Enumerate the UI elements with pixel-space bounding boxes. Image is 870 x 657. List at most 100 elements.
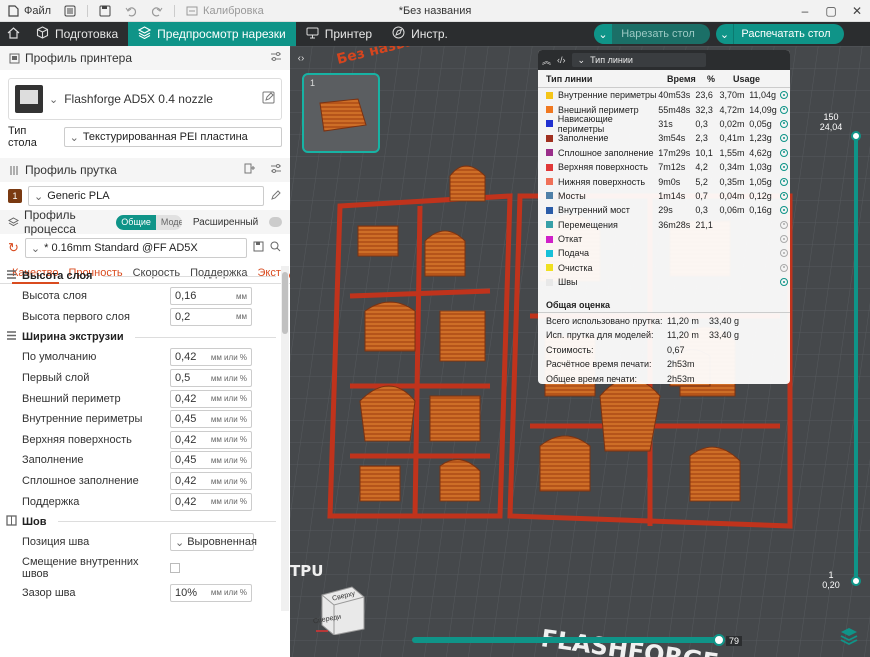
- setting-input[interactable]: 10% мм или %: [170, 583, 252, 602]
- setting-layer-height: Высота слоя 0,16 мм: [0, 286, 280, 307]
- divider: [103, 275, 276, 277]
- layer-slider[interactable]: [851, 131, 861, 586]
- minimize-button[interactable]: –: [792, 0, 818, 22]
- setting-input[interactable]: 0,45 мм или %: [170, 451, 252, 470]
- visibility-toggle[interactable]: [779, 263, 790, 272]
- visibility-toggle[interactable]: [779, 105, 790, 114]
- bed-type-select[interactable]: ⌄ Текстурированная PEI пластина: [63, 127, 282, 147]
- legend-type-name: Откат: [558, 234, 583, 245]
- legend-length: 0,06m: [719, 205, 745, 216]
- setting-line-width-support: Поддержка 0,42 мм или %: [0, 491, 280, 512]
- toggle-objects[interactable]: Модели: [155, 214, 182, 230]
- visibility-toggle[interactable]: [779, 134, 790, 143]
- window-controls: – ▢ ✕: [792, 0, 870, 22]
- plate-thumbnail[interactable]: 1: [302, 73, 380, 153]
- visibility-toggle[interactable]: [779, 220, 790, 229]
- settings-sliders-icon[interactable]: [270, 51, 282, 65]
- toggle-global[interactable]: Общие: [116, 214, 156, 230]
- setting-value: 0,42: [175, 351, 197, 364]
- eye-icon: [780, 119, 789, 128]
- tab-preview[interactable]: Предпросмотр нарезки: [128, 22, 296, 46]
- undo-button[interactable]: [118, 0, 144, 22]
- layer-slider-top-handle[interactable]: [851, 131, 861, 141]
- menu-button[interactable]: [57, 0, 83, 22]
- tab-tools[interactable]: Инстр.: [382, 22, 458, 46]
- setting-line-width-inner-wall: Внутренние периметры 0,45 мм или %: [0, 409, 280, 430]
- seam-position-select[interactable]: ⌄ Выровненная: [170, 533, 257, 552]
- collapse-legend-icon[interactable]: ︽: [542, 54, 551, 67]
- legend-length: 1,55m: [719, 147, 745, 158]
- process-preset-select[interactable]: ⌄ * 0.16mm Standard @FF AD5X: [24, 238, 247, 258]
- staggered-seams-checkbox[interactable]: [170, 562, 180, 573]
- advanced-switch[interactable]: [269, 217, 283, 227]
- edit-icon[interactable]: [262, 91, 275, 107]
- legend-type-cell: Мосты: [546, 191, 658, 201]
- print-plate-button[interactable]: ⌄ Распечатать стол: [716, 24, 844, 44]
- visibility-toggle[interactable]: [779, 249, 790, 258]
- chevron-down-icon[interactable]: ⌄: [594, 24, 612, 44]
- bed-label-left: TPU: [290, 562, 323, 580]
- view-mode-select[interactable]: ⌄ Тип линии: [571, 53, 706, 67]
- visibility-toggle[interactable]: [779, 119, 790, 128]
- layer-slider-track[interactable]: [854, 136, 858, 586]
- save-icon[interactable]: [253, 241, 264, 255]
- orientation-cube[interactable]: Сверху Спереди: [313, 581, 366, 636]
- eye-icon: [780, 235, 789, 244]
- printer-selector[interactable]: ⌄ Flashforge AD5X 0.4 nozzle: [8, 78, 282, 120]
- setting-input[interactable]: 0,16 мм: [170, 287, 252, 306]
- summary-row: Расчётное время печати: 2h53m: [538, 357, 790, 372]
- 3d-viewport[interactable]: Без названия TPU FLASHFORGE ‹› 1 ︽ ‹/› ⌄…: [290, 46, 870, 657]
- visibility-toggle[interactable]: [779, 235, 790, 244]
- setting-input[interactable]: 0,2 мм: [170, 307, 252, 326]
- settings-scrollbar[interactable]: [281, 266, 289, 611]
- save-button[interactable]: [92, 0, 118, 22]
- setting-label: Первый слой: [22, 372, 90, 385]
- file-menu[interactable]: Файл: [0, 0, 57, 22]
- layers-stack-button[interactable]: [836, 624, 862, 650]
- tab-prepare[interactable]: Подготовка: [26, 22, 128, 46]
- edit-icon[interactable]: [270, 189, 282, 204]
- process-scope-toggle[interactable]: Общие Модели: [116, 214, 182, 230]
- filament-select[interactable]: ⌄ Generic PLA: [28, 186, 264, 206]
- home-tab[interactable]: [0, 22, 26, 46]
- setting-input[interactable]: 0,42 мм или %: [170, 389, 252, 408]
- chevron-down-icon: ⌄: [49, 93, 59, 106]
- visibility-toggle[interactable]: [779, 148, 790, 157]
- group-line-width: Ширина экструзии: [0, 327, 280, 347]
- layer-top-number: 150: [823, 112, 839, 122]
- legend-time: 55m48s: [658, 104, 691, 115]
- redo-button[interactable]: [144, 0, 170, 22]
- scrollbar-thumb[interactable]: [282, 272, 288, 334]
- setting-input[interactable]: 0,42 мм или %: [170, 430, 252, 449]
- maximize-button[interactable]: ▢: [818, 0, 844, 22]
- code-view-icon[interactable]: ‹/›: [557, 55, 566, 65]
- legend-percent: 0,3: [695, 205, 708, 216]
- visibility-toggle[interactable]: [779, 177, 790, 186]
- reset-icon[interactable]: ↻: [8, 240, 19, 256]
- search-icon[interactable]: [270, 241, 281, 255]
- setting-input[interactable]: 0,5 мм или %: [170, 369, 252, 388]
- visibility-toggle[interactable]: [779, 91, 790, 100]
- move-slider[interactable]: [412, 634, 725, 646]
- tab-printer[interactable]: Принтер: [296, 22, 382, 46]
- collapse-sidebar-button[interactable]: ‹›: [294, 50, 308, 66]
- slice-plate-button[interactable]: ⌄ Нарезать стол: [594, 24, 710, 44]
- settings-sliders-icon[interactable]: [270, 163, 282, 177]
- setting-input[interactable]: 0,42 мм или %: [170, 472, 252, 491]
- move-slider-handle[interactable]: [713, 634, 725, 646]
- visibility-toggle[interactable]: [779, 163, 790, 172]
- chevron-down-icon[interactable]: ⌄: [716, 24, 734, 44]
- summary-value-secondary: 33,40 g: [709, 315, 740, 326]
- filament-name: Generic PLA: [47, 190, 110, 202]
- setting-input[interactable]: 0,45 мм или %: [170, 410, 252, 429]
- visibility-toggle[interactable]: [779, 191, 790, 200]
- setting-input[interactable]: 0,42 мм или %: [170, 348, 252, 367]
- setting-input[interactable]: 0,42 мм или %: [170, 492, 252, 511]
- visibility-toggle[interactable]: [779, 278, 790, 287]
- calibration-menu[interactable]: Калибровка: [179, 0, 270, 22]
- visibility-toggle[interactable]: [779, 206, 790, 215]
- eye-icon: [780, 263, 789, 272]
- layer-slider-bottom-handle[interactable]: [851, 576, 861, 586]
- add-filament-icon[interactable]: [244, 163, 256, 177]
- close-button[interactable]: ✕: [844, 0, 870, 22]
